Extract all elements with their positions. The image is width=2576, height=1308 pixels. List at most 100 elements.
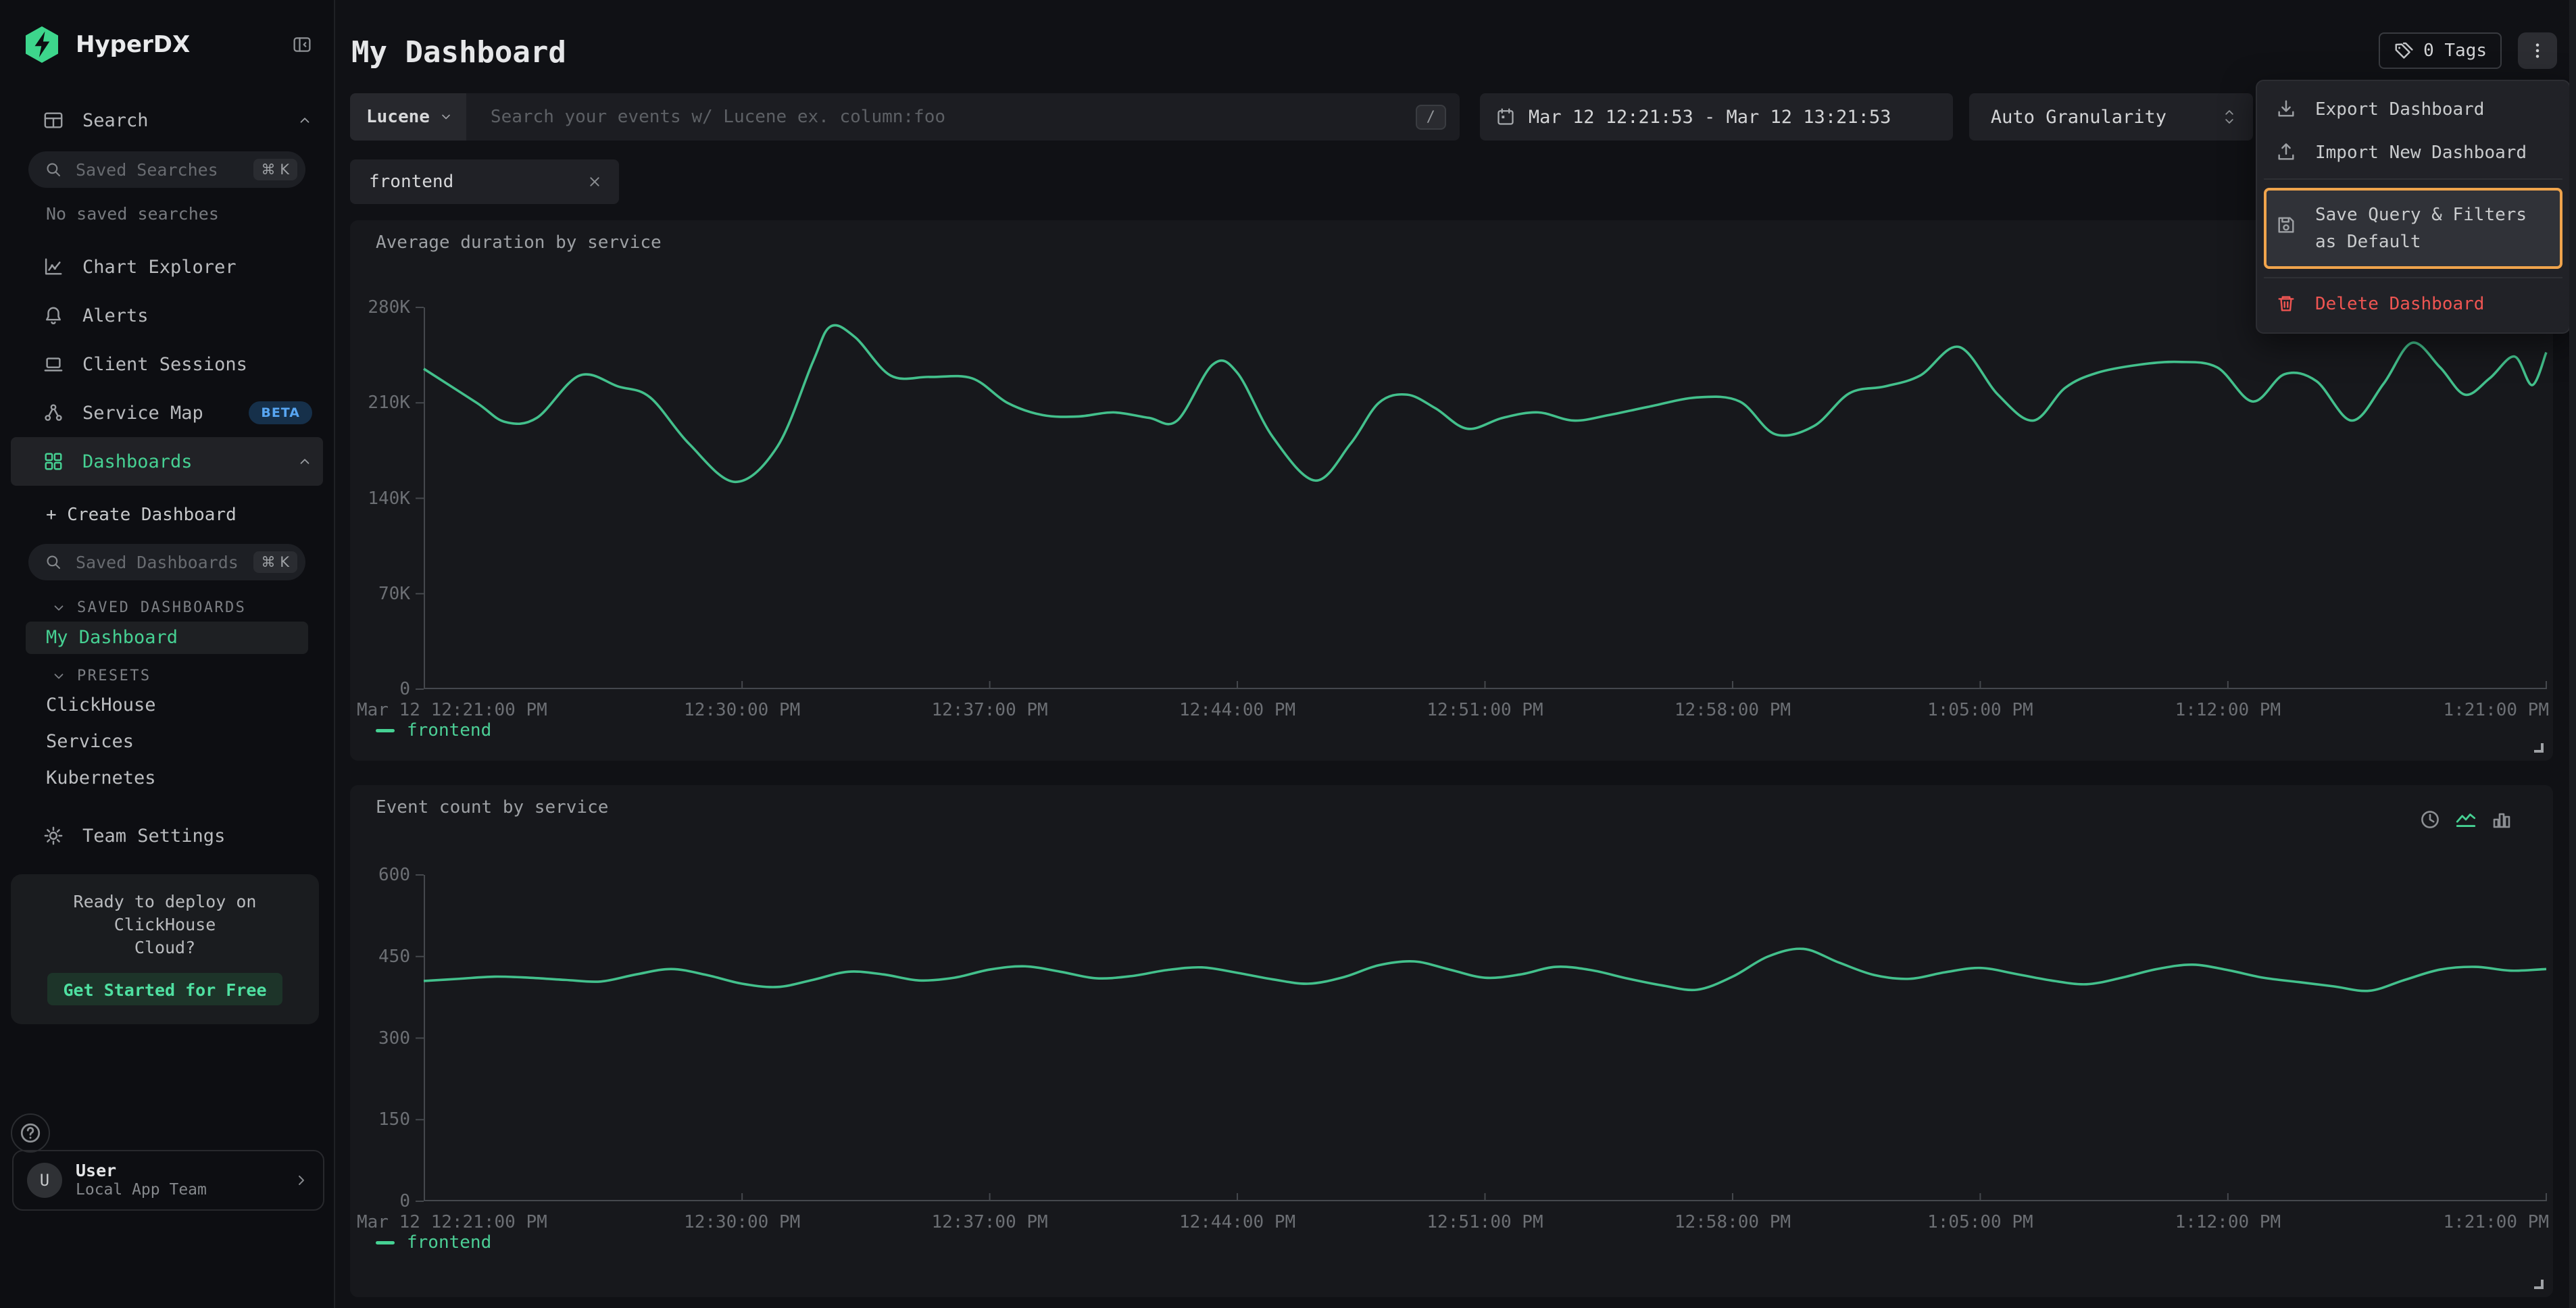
axis-tick-label: 1:12:00 PM [2175, 700, 2281, 720]
axis-tick-label: 140K [368, 488, 410, 509]
axis-tick-label: 12:51:00 PM [1427, 700, 1543, 720]
menu-item-save-query-filters-default[interactable]: Save Query & Filters as Default [2264, 188, 2562, 269]
axis-tick-label: 12:37:00 PM [932, 1212, 1048, 1232]
axis-tick-label: 300 [378, 1028, 410, 1049]
menu-item-label: Save Query & Filters as Default [2315, 201, 2552, 255]
promo-line2: Cloud? [24, 936, 305, 959]
date-range-input[interactable]: Mar 12 12:21:53 - Mar 12 13:21:53 [1480, 93, 1953, 141]
axis-tick-label: 12:58:00 PM [1675, 1212, 1791, 1232]
help-button[interactable] [11, 1113, 50, 1153]
granularity-select[interactable]: Auto Granularity [1969, 93, 2253, 141]
saved-dashboards-input[interactable]: ⌘ K [28, 544, 305, 580]
tags-button[interactable]: 0 Tags [2379, 32, 2502, 69]
sidebar-item-label: Client Sessions [82, 354, 312, 375]
axis-tick-label: 0 [399, 679, 410, 699]
saved-dashboards-field[interactable] [73, 551, 253, 574]
chevron-up-icon [297, 113, 312, 128]
sidebar-item-label: Service Map [82, 403, 249, 424]
bar-chart-icon[interactable] [2491, 809, 2512, 830]
saved-searches-field[interactable] [73, 159, 253, 181]
upload-icon [2276, 142, 2296, 162]
menu-item-import-dashboard[interactable]: Import New Dashboard [2264, 131, 2562, 174]
query-language-select[interactable]: Lucene [350, 93, 466, 141]
chart-area[interactable]: 6004503001500Mar 12 12:21:00 PM12:30:00 … [424, 875, 2546, 1201]
service-map-icon [43, 403, 64, 423]
axis-tick-label: Mar 12 12:21:00 PM [357, 1212, 547, 1232]
filter-chip-frontend[interactable]: frontend [350, 159, 619, 204]
panel-resize-handle[interactable] [2530, 1276, 2544, 1289]
section-label: SAVED DASHBOARDS [77, 599, 246, 616]
dashboard-actions-menu: Export Dashboard Import New Dashboard Sa… [2256, 80, 2571, 334]
saved-dashboard-item-my-dashboard[interactable]: My Dashboard [26, 622, 308, 654]
sidebar-item-service-map[interactable]: Service Map BETA [11, 388, 323, 437]
query-language-label: Lucene [366, 107, 430, 127]
main-content: My Dashboard 0 Tags Lucene / [335, 0, 2576, 1308]
axis-tick-label: 280K [368, 297, 410, 318]
preset-item-kubernetes[interactable]: Kubernetes [0, 760, 334, 797]
page-title: My Dashboard [351, 35, 566, 70]
menu-item-label: Import New Dashboard [2315, 139, 2527, 166]
saved-searches-input[interactable]: ⌘ K [28, 151, 305, 188]
download-icon [2276, 99, 2296, 119]
chart-legend[interactable]: frontend [376, 720, 491, 740]
axis-tick-label: 12:44:00 PM [1179, 700, 1295, 720]
axis-tick-label: 12:51:00 PM [1427, 1212, 1543, 1232]
event-search-input[interactable] [488, 105, 1416, 128]
get-started-button[interactable]: Get Started for Free [47, 973, 282, 1005]
line-chart-icon[interactable] [2454, 808, 2477, 831]
close-icon[interactable] [587, 174, 603, 190]
search-icon [45, 553, 62, 571]
tag-icon [2394, 41, 2414, 61]
sidebar-item-client-sessions[interactable]: Client Sessions [11, 340, 323, 388]
event-search-box: / [466, 93, 1460, 141]
line-chart [424, 307, 2546, 689]
legend-label: frontend [407, 720, 491, 740]
axis-tick-label: 12:30:00 PM [684, 1212, 800, 1232]
sidebar-item-label: Team Settings [82, 826, 312, 847]
sidebar-item-dashboards[interactable]: Dashboards [11, 437, 323, 486]
menu-divider [2264, 277, 2562, 278]
table-icon [43, 110, 64, 130]
sidebar-item-chart-explorer[interactable]: Chart Explorer [11, 243, 323, 291]
chevron-up-down-icon [2222, 107, 2237, 126]
section-label: PRESETS [77, 668, 151, 684]
preset-item-clickhouse[interactable]: ClickHouse [0, 687, 334, 724]
app-title: HyperDX [76, 31, 292, 58]
beta-badge: BETA [249, 401, 312, 424]
chevron-right-icon [293, 1172, 309, 1188]
menu-item-label: Export Dashboard [2315, 96, 2484, 123]
axis-tick-label: 150 [378, 1109, 410, 1130]
sidebar-item-label: Dashboards [82, 451, 297, 472]
menu-item-delete-dashboard[interactable]: Delete Dashboard [2264, 282, 2562, 326]
gear-icon [43, 826, 64, 846]
calendar-icon [1496, 107, 1515, 126]
slash-shortcut: / [1416, 105, 1446, 130]
sidebar-item-search[interactable]: Search [0, 100, 334, 141]
chart-legend[interactable]: frontend [376, 1232, 491, 1253]
chart-area[interactable]: 280K210K140K70K0Mar 12 12:21:00 PM12:30:… [424, 307, 2546, 689]
panel-resize-handle[interactable] [2530, 739, 2544, 753]
cmd-k-shortcut: ⌘ K [253, 159, 297, 180]
section-presets[interactable]: PRESETS [0, 657, 334, 687]
section-saved-dashboards[interactable]: SAVED DASHBOARDS [0, 580, 334, 619]
sidebar-collapse-icon[interactable] [292, 35, 312, 54]
clickhouse-cloud-promo: Ready to deploy on ClickHouse Cloud? Get… [11, 874, 319, 1024]
hyperdx-logo-icon [22, 24, 62, 65]
sidebar-item-alerts[interactable]: Alerts [11, 291, 323, 340]
filter-chip-label: frontend [369, 172, 587, 192]
menu-item-export-dashboard[interactable]: Export Dashboard [2264, 88, 2562, 131]
axis-tick-label: 12:58:00 PM [1675, 700, 1791, 720]
question-circle-icon [19, 1122, 42, 1144]
sidebar-item-label: Search [82, 110, 297, 131]
user-name: User [76, 1161, 293, 1180]
user-team: Local App Team [76, 1180, 293, 1199]
line-chart [424, 875, 2546, 1201]
user-card[interactable]: U User Local App Team [12, 1150, 324, 1211]
chevron-up-icon [297, 454, 312, 469]
preset-item-services[interactable]: Services [0, 724, 334, 760]
create-dashboard-button[interactable]: + Create Dashboard [0, 486, 334, 525]
dashboard-actions-button[interactable] [2518, 32, 2557, 69]
time-range-icon[interactable] [2419, 809, 2441, 830]
scrollbar-track[interactable] [2569, 0, 2576, 1308]
sidebar-item-team-settings[interactable]: Team Settings [0, 815, 334, 856]
